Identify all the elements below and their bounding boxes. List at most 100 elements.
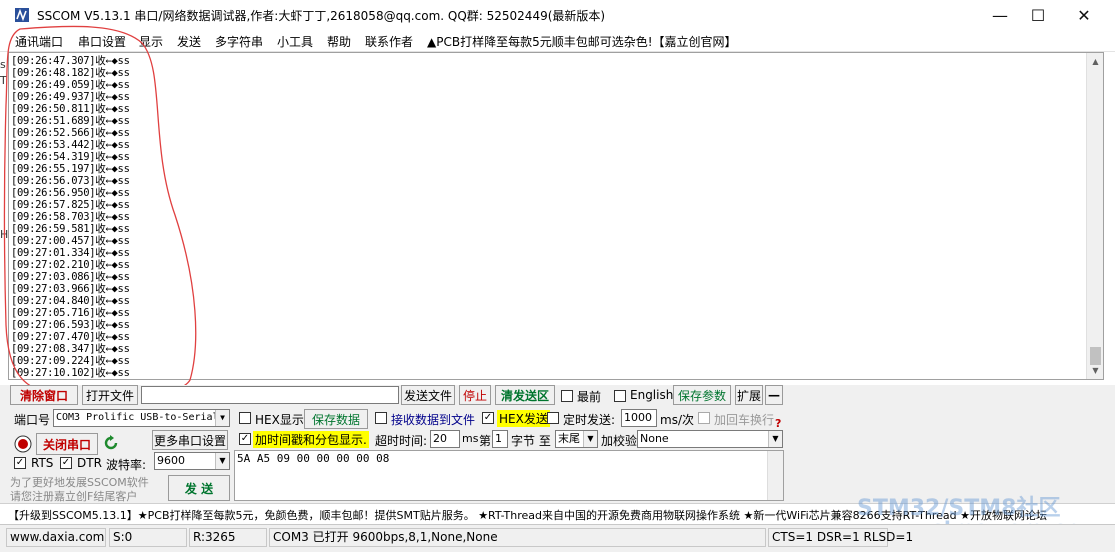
more-settings-button[interactable]: 更多串口设置 (152, 430, 228, 450)
menu-bar: 通讯端口 串口设置 显示 发送 多字符串 小工具 帮助 联系作者 ▲PCB打样降… (0, 30, 1115, 52)
help-icon[interactable]: ? (775, 417, 781, 430)
log-line: [09:26:55.197]收←◆ss (11, 163, 130, 175)
collapse-button[interactable]: — (765, 385, 783, 405)
log-line: [09:26:58.703]收←◆ss (11, 211, 130, 223)
save-data-button[interactable]: 保存数据 (304, 409, 368, 429)
log-line: [09:27:03.966]收←◆ss (11, 283, 130, 295)
timed-send-label: 定时发送: (563, 413, 616, 427)
expand-button[interactable]: 扩展 (735, 385, 763, 405)
timeout-input[interactable]: 20 (430, 430, 460, 448)
close-button[interactable]: ✕ (1061, 0, 1107, 30)
menu-contact[interactable]: 联系作者 (365, 33, 413, 50)
recv-to-file-checkbox[interactable] (375, 412, 387, 424)
promo-line-2[interactable]: 请您注册嘉立创F结尾客户 (10, 488, 137, 504)
receive-toolbar: 清除窗口 打开文件 发送文件 停止 清发送区 最前 English 保存参数 扩… (0, 385, 1115, 407)
menu-help[interactable]: 帮助 (327, 33, 351, 50)
log-line: [09:26:48.182]收←◆ss (11, 67, 130, 79)
baud-value: 9600 (157, 454, 185, 467)
rts-checkbox[interactable]: ✓ (14, 457, 26, 469)
left-edge-char: T (0, 74, 7, 87)
send-textarea[interactable]: 5A A5 09 00 00 00 00 08 (234, 450, 784, 501)
receive-area[interactable]: [09:26:47.307]收←◆ss [09:26:48.182]收←◆ss … (8, 52, 1104, 380)
stop-button[interactable]: 停止 (459, 385, 491, 405)
chevron-down-icon: ▼ (768, 431, 782, 447)
port-status-icon (14, 435, 32, 453)
baud-select[interactable]: 9600 ▼ (154, 452, 230, 470)
baud-label: 波特率: (106, 458, 147, 472)
file-path-input[interactable] (141, 386, 399, 404)
send-text: 5A A5 09 00 00 00 00 08 (237, 452, 390, 465)
clear-send-button[interactable]: 清发送区 (495, 385, 555, 405)
hex-display-label: HEX显示 (255, 413, 304, 427)
receive-scrollbar[interactable]: ▲ ▼ (1086, 53, 1103, 379)
port-select[interactable]: COM3 Prolific USB-to-Serial ▼ (53, 409, 230, 427)
chevron-down-icon: ▼ (215, 410, 229, 426)
log-line: [09:26:49.937]收←◆ss (11, 91, 130, 103)
menu-multi-string[interactable]: 多字符串 (215, 33, 263, 50)
timestamp-checkbox[interactable]: ✓ (239, 433, 251, 445)
log-line: [09:26:52.566]收←◆ss (11, 127, 130, 139)
checksum-value: None (640, 432, 669, 445)
log-line: [09:26:47.307]收←◆ss (11, 55, 130, 67)
maximize-button[interactable]: ☐ (1015, 0, 1061, 30)
dtr-label: DTR (77, 456, 102, 470)
status-sent-count: S:0 (109, 528, 187, 547)
open-file-button[interactable]: 打开文件 (82, 385, 138, 405)
menu-send[interactable]: 发送 (177, 33, 201, 50)
log-line: [09:27:02.210]收←◆ss (11, 259, 130, 271)
hex-display-checkbox[interactable] (239, 412, 251, 424)
title-bar: SSCOM V5.13.1 串口/网络数据调试器,作者:大虾丁丁,2618058… (0, 0, 1115, 30)
byte-index-input[interactable]: 1 (492, 430, 508, 448)
log-line: [09:27:03.086]收←◆ss (11, 271, 130, 283)
status-bar: www.daxia.com S:0 R:3265 COM3 已打开 9600bp… (0, 524, 1115, 552)
menu-port-settings[interactable]: 串口设置 (78, 33, 126, 50)
settings-panel: 端口号 COM3 Prolific USB-to-Serial ▼ HEX显示 … (0, 407, 1115, 503)
byte-end-value: 末尾 (558, 432, 580, 445)
left-edge-char: s (0, 58, 6, 71)
log-line: [09:27:00.457]收←◆ss (11, 235, 130, 247)
log-line: [09:27:01.334]收←◆ss (11, 247, 130, 259)
english-checkbox[interactable] (614, 390, 626, 402)
save-params-button[interactable]: 保存参数 (673, 385, 731, 405)
status-website[interactable]: www.daxia.com (6, 528, 106, 547)
hex-send-checkbox[interactable]: ✓ (482, 412, 494, 424)
log-line: [09:26:59.581]收←◆ss (11, 223, 130, 235)
checksum-select[interactable]: None ▼ (637, 430, 783, 448)
menu-display[interactable]: 显示 (139, 33, 163, 50)
recv-to-file-label[interactable]: 接收数据到文件 (391, 411, 475, 428)
port-select-value: COM3 Prolific USB-to-Serial (56, 412, 219, 423)
clear-window-button[interactable]: 清除窗口 (10, 385, 78, 405)
hex-send-label: HEX发送 (497, 410, 550, 427)
log-line: [09:26:54.319]收←◆ss (11, 151, 130, 163)
send-scrollbar[interactable] (767, 451, 783, 500)
menu-tools[interactable]: 小工具 (277, 33, 313, 50)
app-icon (15, 8, 29, 22)
chevron-down-icon: ▼ (583, 431, 597, 447)
dtr-checkbox[interactable]: ✓ (60, 457, 72, 469)
log-line: [09:26:56.073]收←◆ss (11, 175, 130, 187)
menu-pcb-ad[interactable]: ▲PCB打样降至每款5元顺丰包邮可选杂色!【嘉立创官网】 (427, 33, 737, 50)
checksum-label: 加校验 (601, 434, 638, 448)
send-file-button[interactable]: 发送文件 (401, 385, 455, 405)
topmost-checkbox[interactable] (561, 390, 573, 402)
status-port-state: COM3 已打开 9600bps,8,1,None,None (269, 528, 766, 547)
byte-to-label: 字节 至 (511, 434, 551, 448)
log-line: [09:27:07.470]收←◆ss (11, 331, 130, 343)
log-line: [09:27:08.347]收←◆ss (11, 343, 130, 355)
close-port-button[interactable]: 关闭串口 (36, 433, 98, 455)
menu-comm-port[interactable]: 通讯端口 (15, 33, 63, 50)
byte-end-select[interactable]: 末尾 ▼ (555, 430, 598, 448)
append-newline-checkbox[interactable] (698, 412, 710, 424)
port-label: 端口号 (14, 413, 51, 427)
timed-send-checkbox[interactable] (547, 412, 559, 424)
scroll-up-icon[interactable]: ▲ (1087, 53, 1103, 70)
status-lines: CTS=1 DSR=1 RLSD=1 (768, 528, 913, 547)
interval-unit: ms/次 (660, 413, 694, 427)
log-line: [09:26:50.811]收←◆ss (11, 103, 130, 115)
rts-label: RTS (31, 456, 54, 470)
refresh-icon[interactable] (102, 434, 120, 452)
log-line: [09:26:51.689]收←◆ss (11, 115, 130, 127)
scroll-down-icon[interactable]: ▼ (1087, 362, 1103, 379)
send-button[interactable]: 发 送 (168, 475, 230, 501)
interval-input[interactable]: 1000 (621, 409, 657, 427)
